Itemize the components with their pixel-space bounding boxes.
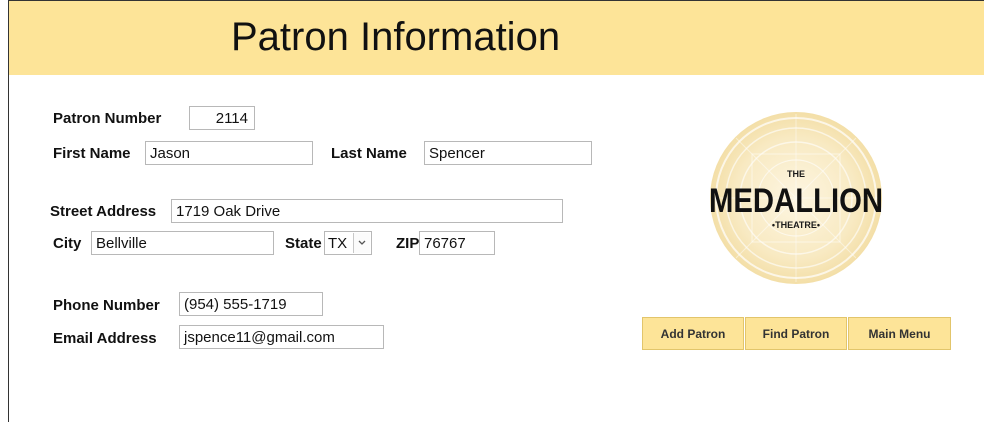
add-patron-button[interactable]: Add Patron: [642, 317, 744, 350]
city-label: City: [53, 235, 82, 252]
form-header: Patron Information: [9, 1, 984, 75]
state-dropdown-button[interactable]: [353, 233, 370, 253]
email-address-field[interactable]: jspence11@gmail.com: [179, 325, 384, 349]
patron-number-label: Patron Number: [53, 110, 162, 127]
zip-field[interactable]: 76767: [419, 231, 495, 255]
last-name-field[interactable]: Spencer: [424, 141, 592, 165]
street-address-label: Street Address: [50, 203, 157, 220]
find-patron-button[interactable]: Find Patron: [745, 317, 847, 350]
email-address-label: Email Address: [53, 330, 157, 347]
phone-number-label: Phone Number: [53, 297, 160, 314]
logo-text-theatre: •THEATRE•: [772, 220, 820, 230]
logo-text-the: THE: [787, 169, 805, 179]
chevron-down-icon: [358, 240, 366, 245]
patron-number-field[interactable]: 2114: [189, 106, 255, 130]
page-title: Patron Information: [231, 15, 561, 59]
last-name-label: Last Name: [331, 145, 407, 162]
phone-number-field[interactable]: (954) 555-1719: [179, 292, 323, 316]
logo-text-medallion: MEDALLION: [709, 182, 883, 220]
state-select[interactable]: TX: [324, 231, 372, 255]
main-menu-button[interactable]: Main Menu: [848, 317, 951, 350]
street-address-field[interactable]: 1719 Oak Drive: [171, 199, 563, 223]
first-name-label: First Name: [53, 145, 131, 162]
zip-label: ZIP: [396, 235, 420, 252]
city-field[interactable]: Bellville: [91, 231, 274, 255]
first-name-field[interactable]: Jason: [145, 141, 313, 165]
medallion-theatre-logo: THE MEDALLION •THEATRE•: [709, 112, 883, 284]
state-label: State: [285, 235, 322, 252]
state-selected-value: TX: [328, 235, 348, 252]
form-window: Patron Information Patron Number 2114 Fi…: [0, 0, 984, 422]
